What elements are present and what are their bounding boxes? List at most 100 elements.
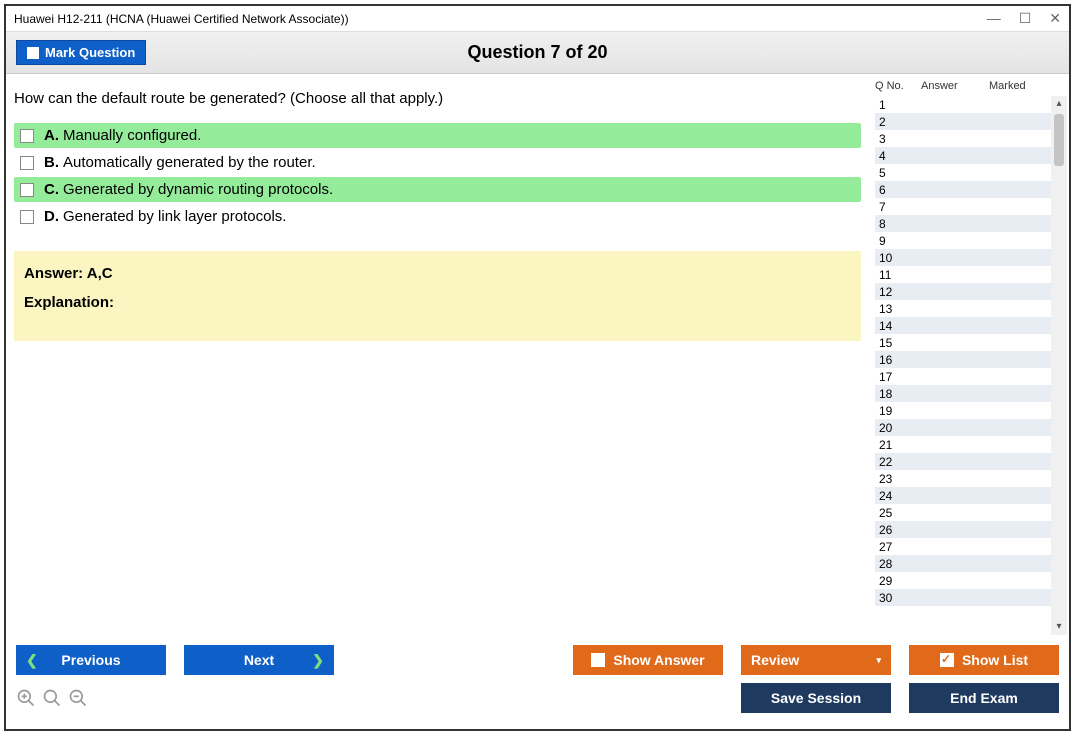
option-row[interactable]: A. Manually configured. <box>14 123 861 148</box>
qrow-number: 9 <box>879 234 925 248</box>
checkbox-icon[interactable] <box>20 156 34 170</box>
table-row[interactable]: 1 <box>875 96 1051 113</box>
next-label: Next <box>244 652 274 668</box>
mark-question-button[interactable]: Mark Question <box>16 40 146 65</box>
table-row[interactable]: 9 <box>875 232 1051 249</box>
checkbox-icon[interactable] <box>20 129 34 143</box>
show-list-button[interactable]: Show List <box>909 645 1059 675</box>
previous-label: Previous <box>61 652 120 668</box>
zoom-controls <box>16 688 88 708</box>
table-row[interactable]: 5 <box>875 164 1051 181</box>
qrow-number: 11 <box>879 268 925 282</box>
table-row[interactable]: 19 <box>875 402 1051 419</box>
table-row[interactable]: 10 <box>875 249 1051 266</box>
header: Mark Question Question 7 of 20 <box>6 31 1069 74</box>
table-row[interactable]: 24 <box>875 487 1051 504</box>
qrow-number: 15 <box>879 336 925 350</box>
table-row[interactable]: 27 <box>875 538 1051 555</box>
question-list: 1234567891011121314151617181920212223242… <box>875 96 1067 635</box>
col-qno: Q No. <box>875 80 921 92</box>
table-row[interactable]: 21 <box>875 436 1051 453</box>
chevron-left-icon: ❮ <box>26 652 38 669</box>
option-text: Generated by dynamic routing protocols. <box>63 181 333 198</box>
table-row[interactable]: 13 <box>875 300 1051 317</box>
table-row[interactable]: 2 <box>875 113 1051 130</box>
checkbox-icon[interactable] <box>20 210 34 224</box>
qrow-number: 6 <box>879 183 925 197</box>
qrow-number: 20 <box>879 421 925 435</box>
save-session-button[interactable]: Save Session <box>741 683 891 713</box>
table-row[interactable]: 11 <box>875 266 1051 283</box>
zoom-icon[interactable] <box>42 688 62 708</box>
option-row[interactable]: B. Automatically generated by the router… <box>14 150 861 175</box>
option-letter: B. <box>44 154 59 171</box>
qrow-number: 23 <box>879 472 925 486</box>
end-exam-button[interactable]: End Exam <box>909 683 1059 713</box>
table-row[interactable]: 23 <box>875 470 1051 487</box>
show-answer-button[interactable]: Show Answer <box>573 645 723 675</box>
scroll-up-icon[interactable]: ▴ <box>1056 96 1061 112</box>
table-row[interactable]: 4 <box>875 147 1051 164</box>
table-row[interactable]: 28 <box>875 555 1051 572</box>
question-text: How can the default route be generated? … <box>14 90 861 107</box>
window-title: Huawei H12-211 (HCNA (Huawei Certified N… <box>14 12 349 26</box>
qrow-number: 18 <box>879 387 925 401</box>
maximize-icon[interactable]: ☐ <box>1019 10 1032 27</box>
options-list: A. Manually configured.B. Automatically … <box>14 123 861 231</box>
checkbox-icon <box>27 47 39 59</box>
table-row[interactable]: 18 <box>875 385 1051 402</box>
qrow-number: 16 <box>879 353 925 367</box>
next-button[interactable]: Next ❯ <box>184 645 334 675</box>
table-row[interactable]: 26 <box>875 521 1051 538</box>
table-row[interactable]: 16 <box>875 351 1051 368</box>
option-row[interactable]: D. Generated by link layer protocols. <box>14 204 861 229</box>
table-row[interactable]: 17 <box>875 368 1051 385</box>
question-counter: Question 7 of 20 <box>467 42 607 63</box>
scroll-down-icon[interactable]: ▾ <box>1056 619 1061 635</box>
table-row[interactable]: 3 <box>875 130 1051 147</box>
qrow-number: 14 <box>879 319 925 333</box>
scroll-thumb[interactable] <box>1054 114 1064 166</box>
col-answer: Answer <box>921 80 989 92</box>
col-marked: Marked <box>989 80 1067 92</box>
table-row[interactable]: 12 <box>875 283 1051 300</box>
qrow-number: 12 <box>879 285 925 299</box>
zoom-in-icon[interactable] <box>16 688 36 708</box>
scrollbar[interactable]: ▴ ▾ <box>1051 96 1067 635</box>
qrow-number: 13 <box>879 302 925 316</box>
minimize-icon[interactable]: — <box>987 10 1001 27</box>
close-icon[interactable]: ✕ <box>1049 10 1061 27</box>
answer-line: Answer: A,C <box>24 265 851 282</box>
table-row[interactable]: 15 <box>875 334 1051 351</box>
table-row[interactable]: 14 <box>875 317 1051 334</box>
qrow-number: 27 <box>879 540 925 554</box>
table-row[interactable]: 6 <box>875 181 1051 198</box>
previous-button[interactable]: ❮ Previous <box>16 645 166 675</box>
option-row[interactable]: C. Generated by dynamic routing protocol… <box>14 177 861 202</box>
qrow-number: 5 <box>879 166 925 180</box>
checkbox-icon[interactable] <box>20 183 34 197</box>
answer-label: Answer: <box>24 265 87 282</box>
qrow-number: 7 <box>879 200 925 214</box>
table-row[interactable]: 25 <box>875 504 1051 521</box>
table-row[interactable]: 7 <box>875 198 1051 215</box>
qrow-number: 19 <box>879 404 925 418</box>
footer: ❮ Previous Next ❯ Show Answer Review ▾ S… <box>6 635 1069 729</box>
table-row[interactable]: 29 <box>875 572 1051 589</box>
qrow-number: 3 <box>879 132 925 146</box>
qrow-number: 26 <box>879 523 925 537</box>
review-label: Review <box>751 652 799 668</box>
side-header: Q No. Answer Marked <box>875 78 1067 96</box>
table-row[interactable]: 22 <box>875 453 1051 470</box>
qrow-number: 24 <box>879 489 925 503</box>
body: How can the default route be generated? … <box>6 74 1069 635</box>
app-window: Huawei H12-211 (HCNA (Huawei Certified N… <box>4 4 1071 731</box>
table-row[interactable]: 20 <box>875 419 1051 436</box>
table-row[interactable]: 30 <box>875 589 1051 606</box>
table-row[interactable]: 8 <box>875 215 1051 232</box>
qrow-number: 2 <box>879 115 925 129</box>
zoom-out-icon[interactable] <box>68 688 88 708</box>
main-panel: How can the default route be generated? … <box>6 74 869 635</box>
review-button[interactable]: Review ▾ <box>741 645 891 675</box>
show-list-label: Show List <box>962 652 1028 668</box>
